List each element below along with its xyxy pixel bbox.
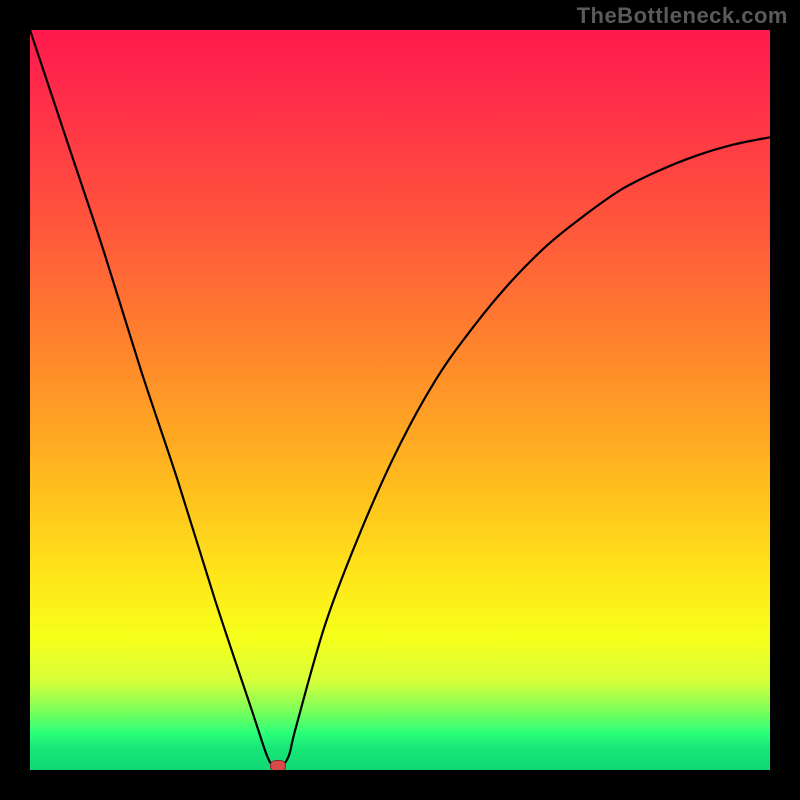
watermark-text: TheBottleneck.com	[577, 3, 788, 29]
curve-layer	[30, 30, 770, 770]
bottleneck-curve	[30, 30, 770, 768]
optimum-marker	[270, 760, 286, 770]
plot-area	[30, 30, 770, 770]
chart-frame: TheBottleneck.com	[0, 0, 800, 800]
